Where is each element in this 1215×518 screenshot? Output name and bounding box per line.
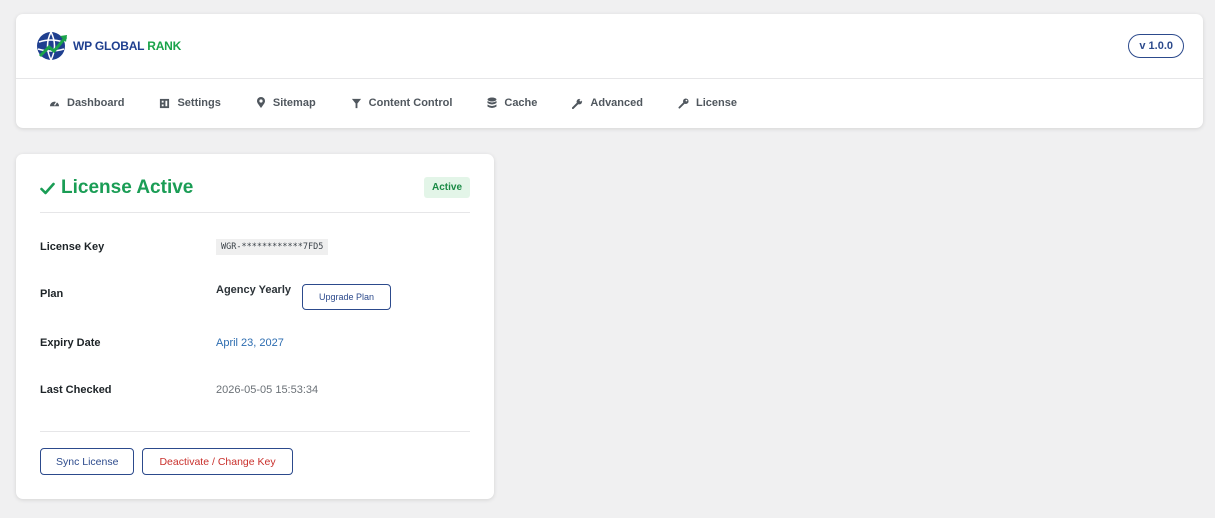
divider: [40, 431, 470, 432]
plugin-header: WP GLOBAL RANK v 1.0.0 Dashboard Setting…: [16, 14, 1203, 128]
last-checked-value: 2026-05-05 15:53:34: [216, 384, 319, 396]
main-nav: Dashboard Settings Sitemap Content Contr…: [16, 79, 1203, 127]
map-pin-icon: [256, 97, 265, 108]
nav-settings-label: Settings: [177, 97, 221, 109]
deactivate-button[interactable]: Deactivate / Change Key: [142, 448, 293, 475]
brand-row: WP GLOBAL RANK v 1.0.0: [16, 14, 1203, 79]
license-key-label: License Key: [40, 241, 105, 253]
license-title: License Active: [40, 177, 193, 199]
logo: WP GLOBAL RANK: [35, 29, 181, 63]
plan-label: Plan: [40, 288, 64, 300]
dashboard-icon: [49, 100, 60, 106]
nav-cache-label: Cache: [504, 97, 538, 109]
version-badge: v 1.0.0: [1128, 34, 1184, 58]
sync-license-button[interactable]: Sync License: [40, 448, 135, 475]
license-card-header: License Active Active: [40, 174, 470, 213]
key-icon: [678, 97, 689, 109]
nav-content-control-label: Content Control: [368, 97, 453, 109]
upgrade-plan-button[interactable]: Upgrade Plan: [302, 284, 392, 310]
brand-name-part1: WP GLOBAL: [73, 39, 145, 53]
expiry-value: April 23, 2027: [216, 337, 284, 349]
database-icon: [487, 97, 497, 108]
nav-cache[interactable]: Cache: [487, 97, 537, 109]
nav-license-label: License: [695, 97, 737, 109]
status-badge: Active: [423, 177, 470, 198]
nav-settings[interactable]: Settings: [159, 97, 221, 109]
expiry-label: Expiry Date: [40, 337, 101, 349]
last-checked-row: Last Checked 2026-05-05 15:53:34: [40, 384, 470, 396]
expiry-row: Expiry Date April 23, 2027: [40, 337, 470, 349]
nav-dashboard[interactable]: Dashboard: [49, 97, 124, 109]
filter-icon: [351, 98, 361, 108]
license-card: License Active Active License Key WGR-**…: [16, 154, 494, 499]
globe-logo-icon: [37, 31, 68, 61]
license-key-value: WGR-************7FD5: [216, 239, 329, 255]
nav-advanced-label: Advanced: [590, 97, 643, 109]
license-key-row: License Key WGR-************7FD5: [40, 239, 470, 255]
nav-advanced[interactable]: Advanced: [572, 97, 643, 109]
nav-content-control[interactable]: Content Control: [351, 97, 453, 109]
nav-dashboard-label: Dashboard: [67, 97, 125, 109]
settings-icon: [160, 98, 170, 108]
wrench-icon: [572, 98, 583, 109]
plan-row: Plan Agency Yearly Upgrade Plan: [40, 282, 470, 310]
plan-value: Agency Yearly: [216, 284, 292, 296]
license-actions: Sync License Deactivate / Change Key: [40, 448, 293, 475]
brand-name-part2: RANK: [147, 39, 182, 53]
nav-license[interactable]: License: [678, 97, 737, 109]
last-checked-label: Last Checked: [40, 384, 112, 396]
license-title-text: License Active: [61, 177, 194, 198]
nav-sitemap-label: Sitemap: [272, 97, 316, 109]
nav-sitemap[interactable]: Sitemap: [256, 97, 316, 109]
logo-text: WP GLOBAL RANK: [73, 39, 181, 53]
check-icon: [40, 182, 55, 194]
